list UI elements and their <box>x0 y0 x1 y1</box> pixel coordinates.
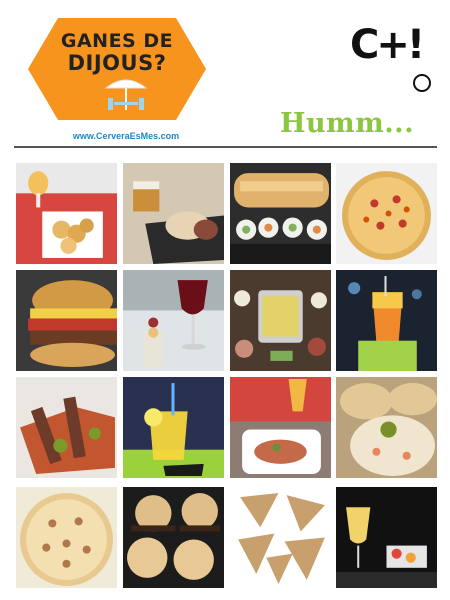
burger-photo[interactable] <box>16 270 117 371</box>
anchovy-toast-photo[interactable] <box>16 377 117 478</box>
beer-and-bruschetta-photo[interactable] <box>230 377 331 478</box>
white-wine-and-tapa-photo[interactable] <box>336 487 437 588</box>
baguette-and-sushi-rolls-photo[interactable] <box>230 163 331 264</box>
beer-and-bread-photo[interactable] <box>123 163 224 264</box>
photo-grid <box>0 0 450 600</box>
cocktail-photo[interactable] <box>336 270 437 371</box>
tapas-spread-photo[interactable] <box>230 270 331 371</box>
pate-triangles-photo[interactable] <box>230 487 331 588</box>
pizza-photo[interactable] <box>336 163 437 264</box>
red-wine-and-skewer-photo[interactable] <box>123 270 224 371</box>
lemonade-drink-photo[interactable] <box>123 377 224 478</box>
mini-burgers-photo[interactable] <box>123 487 224 588</box>
beer-and-chips-photo[interactable] <box>16 163 117 264</box>
tuna-pizza-photo[interactable] <box>16 487 117 588</box>
toasts-with-olive-photo[interactable] <box>336 377 437 478</box>
